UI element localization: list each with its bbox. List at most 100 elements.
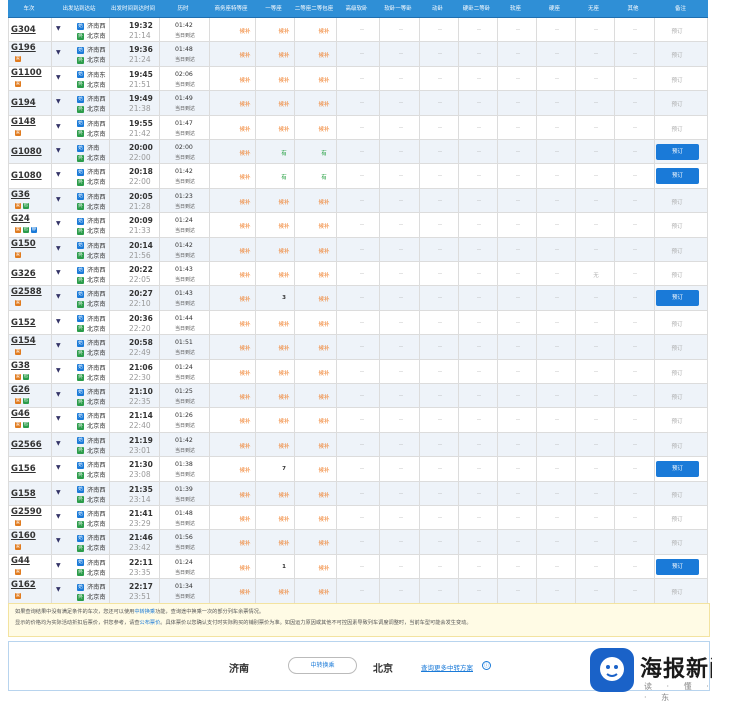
seat-availability[interactable]: 候补 (226, 491, 264, 499)
header-cell[interactable]: 车次 (8, 0, 50, 18)
seat-availability[interactable]: 候补 (226, 564, 264, 572)
transfer-link[interactable]: 中转换乘 (134, 609, 155, 615)
seat-availability[interactable]: 候补 (305, 247, 343, 255)
seat-availability[interactable]: 候补 (226, 247, 264, 255)
seat-availability[interactable]: 候补 (305, 417, 343, 425)
header-cell[interactable]: 其他 (613, 0, 653, 18)
chevron-down-icon[interactable]: ▼ (56, 318, 61, 325)
seat-availability[interactable]: 候补 (226, 149, 264, 157)
header-cell[interactable]: 历时 (158, 0, 208, 18)
seat-availability[interactable]: 候补 (305, 295, 343, 303)
chevron-down-icon[interactable]: ▼ (56, 391, 61, 398)
seat-availability[interactable]: 候补 (265, 198, 303, 206)
seat-availability[interactable]: 候补 (265, 539, 303, 547)
seat-availability[interactable]: 候补 (305, 320, 343, 328)
seat-availability[interactable]: 候补 (305, 588, 343, 596)
seat-availability[interactable]: 候补 (265, 515, 303, 523)
header-cell[interactable]: 备注 (653, 0, 708, 18)
seat-availability[interactable]: 候补 (226, 295, 264, 303)
seat-availability[interactable]: 候补 (226, 27, 264, 35)
seat-availability[interactable]: 候补 (226, 369, 264, 377)
seat-availability[interactable]: 候补 (265, 320, 303, 328)
train-number-link[interactable]: G36 (11, 190, 30, 200)
seat-availability[interactable]: 候补 (265, 588, 303, 596)
seat-availability[interactable]: 候补 (305, 564, 343, 572)
seat-availability[interactable]: 候补 (226, 539, 264, 547)
seat-availability[interactable]: 候补 (226, 515, 264, 523)
header-cell[interactable]: 动卧 (418, 0, 457, 18)
chevron-down-icon[interactable]: ▼ (56, 123, 61, 130)
chevron-down-icon[interactable]: ▼ (56, 25, 61, 32)
seat-availability[interactable]: 候补 (226, 393, 264, 401)
chevron-down-icon[interactable]: ▼ (56, 513, 61, 520)
seat-availability[interactable]: 候补 (305, 344, 343, 352)
book-button[interactable]: 预订 (656, 168, 699, 185)
header-cell[interactable]: 软卧一等卧 (378, 0, 418, 18)
train-number-link[interactable]: G148 (11, 117, 36, 127)
seat-availability[interactable]: 候补 (305, 491, 343, 499)
seat-availability[interactable]: 候补 (265, 369, 303, 377)
train-number-link[interactable]: G194 (11, 98, 36, 108)
seat-availability[interactable]: 候补 (226, 173, 264, 181)
header-cell[interactable]: 出发时间到达时间 (108, 0, 158, 18)
chevron-down-icon[interactable]: ▼ (56, 342, 61, 349)
seat-availability[interactable]: 候补 (265, 247, 303, 255)
train-number-link[interactable]: G162 (11, 580, 36, 590)
seat-availability[interactable]: 候补 (226, 271, 264, 279)
seat-availability[interactable]: 候补 (226, 466, 264, 474)
header-cell[interactable]: 高级软卧 (335, 0, 378, 18)
seat-availability[interactable]: 候补 (265, 491, 303, 499)
header-cell[interactable]: 硬座 (535, 0, 574, 18)
chevron-down-icon[interactable]: ▼ (56, 245, 61, 252)
header-cell[interactable]: 硬卧二等卧 (457, 0, 496, 18)
book-button[interactable]: 预订 (656, 558, 699, 575)
train-number-link[interactable]: G26 (11, 385, 30, 395)
train-number-link[interactable]: G44 (11, 556, 30, 566)
seat-availability[interactable]: 候补 (305, 539, 343, 547)
chevron-down-icon[interactable]: ▼ (56, 367, 61, 374)
header-cell[interactable]: 二等座二等包座 (293, 0, 335, 18)
seat-availability[interactable]: 候补 (305, 466, 343, 474)
train-number-link[interactable]: G304 (11, 25, 36, 35)
train-number-link[interactable]: G150 (11, 239, 36, 249)
train-number-link[interactable]: G2588 (11, 287, 42, 297)
seat-availability[interactable]: 候补 (305, 393, 343, 401)
seat-availability[interactable]: 候补 (226, 198, 264, 206)
chevron-down-icon[interactable]: ▼ (56, 464, 61, 471)
chevron-down-icon[interactable]: ▼ (56, 537, 61, 544)
chevron-down-icon[interactable]: ▼ (56, 196, 61, 203)
seat-availability[interactable]: 候补 (265, 222, 303, 230)
more-transfer-link[interactable]: 查询更多中转方案 (421, 662, 473, 672)
chevron-down-icon[interactable]: ▼ (56, 489, 61, 496)
seat-availability[interactable]: 候补 (265, 442, 303, 450)
seat-availability[interactable]: 候补 (305, 76, 343, 84)
transfer-button[interactable]: 中转换乘 (288, 657, 357, 674)
train-number-link[interactable]: G24 (11, 214, 30, 224)
book-button[interactable]: 预订 (656, 290, 699, 307)
seat-availability[interactable]: 候补 (305, 515, 343, 523)
chevron-down-icon[interactable]: ▼ (56, 415, 61, 422)
train-number-link[interactable]: G1100 (11, 68, 42, 78)
seat-availability[interactable]: 候补 (226, 76, 264, 84)
train-number-link[interactable]: G2590 (11, 507, 42, 517)
seat-availability[interactable]: 候补 (265, 393, 303, 401)
chevron-down-icon[interactable]: ▼ (56, 220, 61, 227)
seat-availability[interactable]: 候补 (226, 344, 264, 352)
seat-availability[interactable]: 候补 (226, 100, 264, 108)
train-number-link[interactable]: G156 (11, 464, 36, 474)
chevron-down-icon[interactable]: ▼ (56, 293, 61, 300)
seat-availability[interactable]: 候补 (305, 222, 343, 230)
header-cell[interactable]: 商务座特等座 (208, 0, 254, 18)
chevron-down-icon[interactable]: ▼ (56, 147, 61, 154)
seat-availability[interactable]: 候补 (305, 125, 343, 133)
book-button[interactable]: 预订 (656, 461, 699, 478)
train-number-link[interactable]: G326 (11, 269, 36, 279)
chevron-down-icon[interactable]: ▼ (56, 74, 61, 81)
chevron-down-icon[interactable]: ▼ (56, 98, 61, 105)
seat-availability[interactable]: 候补 (305, 369, 343, 377)
chevron-down-icon[interactable]: ▼ (56, 49, 61, 56)
seat-availability[interactable]: 候补 (226, 417, 264, 425)
chevron-down-icon[interactable]: ▼ (56, 562, 61, 569)
chevron-down-icon[interactable]: ▼ (56, 171, 61, 178)
book-button[interactable]: 预订 (656, 144, 699, 160)
